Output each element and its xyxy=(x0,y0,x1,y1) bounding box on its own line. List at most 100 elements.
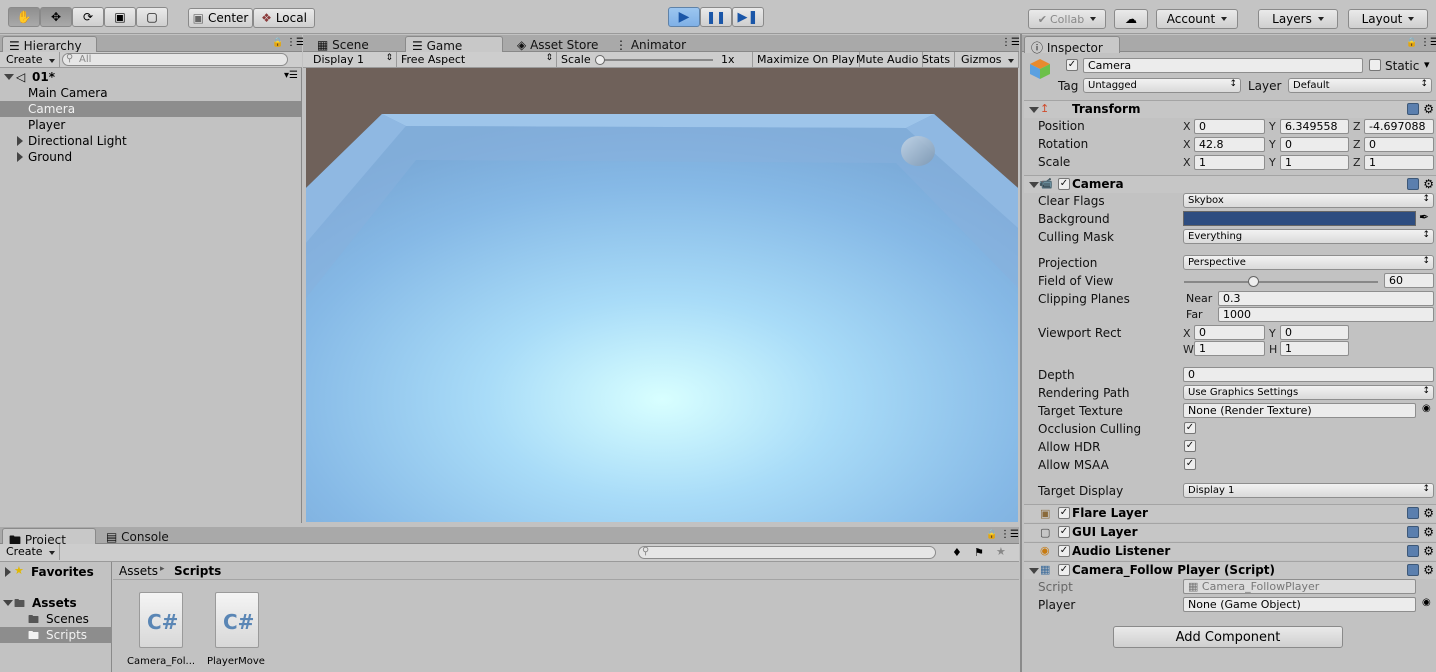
flare-layer-header[interactable]: ▣ ✓ Flare Layer ⚙ xyxy=(1024,504,1436,522)
lock-icon[interactable]: 🔒 xyxy=(272,38,283,48)
hand-tool-button[interactable]: ✋ xyxy=(8,7,40,27)
rect-tool-button[interactable]: ▢ xyxy=(136,7,168,27)
pause-button[interactable]: ❚❚ xyxy=(700,7,732,27)
scale-tool-button[interactable]: ▣ xyxy=(104,7,136,27)
rotation-z-field[interactable]: 0 xyxy=(1364,137,1434,152)
scale-x-field[interactable]: 1 xyxy=(1194,155,1265,170)
project-create-dropdown[interactable]: Create xyxy=(2,544,60,560)
gear-icon[interactable]: ⚙ xyxy=(1423,526,1434,538)
hierarchy-create-dropdown[interactable]: Create xyxy=(2,52,60,68)
scene-header[interactable]: ◁ 01* ▾☰ xyxy=(0,69,302,85)
expand-icon[interactable] xyxy=(17,136,23,146)
collab-dropdown[interactable]: ✔ Collab xyxy=(1028,9,1106,29)
object-picker-icon[interactable]: ◉ xyxy=(1422,597,1431,608)
stats-button[interactable]: Stats xyxy=(918,52,956,68)
viewport-h-field[interactable]: 1 xyxy=(1280,341,1349,356)
tab-hierarchy[interactable]: ☰ Hierarchy xyxy=(2,36,97,53)
background-color-swatch[interactable] xyxy=(1183,211,1416,226)
scale-z-field[interactable]: 1 xyxy=(1364,155,1434,170)
expand-icon[interactable] xyxy=(1029,568,1039,574)
transform-header[interactable]: ↥ Transform ⚙ xyxy=(1024,100,1436,118)
target-texture-field[interactable]: None (Render Texture) xyxy=(1183,403,1416,418)
display-dropdown[interactable]: Display 1 ⇕ xyxy=(309,52,397,68)
object-name-field[interactable]: Camera xyxy=(1083,58,1363,73)
gui-layer-checkbox[interactable]: ✓ xyxy=(1058,526,1070,538)
viewport-x-field[interactable]: 0 xyxy=(1194,325,1265,340)
gui-layer-header[interactable]: ▢ ✓ GUI Layer ⚙ xyxy=(1024,523,1436,541)
gear-icon[interactable]: ⚙ xyxy=(1423,178,1434,190)
panel-menu-icon[interactable]: ⋮☰ xyxy=(1000,529,1019,540)
filter-label-icon[interactable]: ⚑ xyxy=(974,546,984,559)
fov-slider-thumb[interactable] xyxy=(1247,276,1259,287)
gear-icon[interactable]: ⚙ xyxy=(1423,507,1434,519)
audio-listener-header[interactable]: ◉ ✓ Audio Listener ⚙ xyxy=(1024,542,1436,560)
add-component-button[interactable]: Add Component xyxy=(1113,626,1343,648)
hierarchy-item[interactable]: Player xyxy=(0,117,301,133)
move-tool-button[interactable]: ✥ xyxy=(40,7,72,27)
eyedropper-icon[interactable]: ✒ xyxy=(1419,210,1429,224)
tab-inspector[interactable]: ⓘ Inspector xyxy=(1024,36,1120,55)
active-checkbox[interactable]: ✓ xyxy=(1066,59,1078,71)
rotation-x-field[interactable]: 42.8 xyxy=(1194,137,1265,152)
expand-icon[interactable] xyxy=(3,600,13,606)
object-picker-icon[interactable]: ◉ xyxy=(1422,403,1431,414)
help-book-icon[interactable] xyxy=(1407,526,1420,538)
breadcrumb-assets[interactable]: Assets xyxy=(119,564,158,578)
expand-icon[interactable] xyxy=(1029,107,1039,113)
expand-icon[interactable] xyxy=(5,567,11,577)
gear-icon[interactable]: ⚙ xyxy=(1423,103,1434,115)
help-book-icon[interactable] xyxy=(1407,564,1420,576)
help-book-icon[interactable] xyxy=(1407,507,1420,519)
tab-asset-store[interactable]: ◈ Asset Store xyxy=(511,36,607,53)
tab-scene[interactable]: ▦ Scene xyxy=(311,36,399,53)
target-display-dropdown[interactable]: Display 1 xyxy=(1183,483,1434,498)
expand-icon[interactable] xyxy=(1029,182,1039,188)
clear-flags-dropdown[interactable]: Skybox xyxy=(1183,193,1434,208)
layout-dropdown[interactable]: Layout xyxy=(1348,9,1428,29)
scale-slider[interactable]: Scale 1x xyxy=(557,52,753,68)
far-clip-field[interactable]: 1000 xyxy=(1218,307,1434,322)
layers-dropdown[interactable]: Layers xyxy=(1258,9,1338,29)
asset-file-camera-follow[interactable]: C# Camera_Fol... xyxy=(123,590,199,672)
scale-y-field[interactable]: 1 xyxy=(1280,155,1349,170)
expand-icon[interactable] xyxy=(17,152,23,162)
aspect-dropdown[interactable]: Free Aspect ⇕ xyxy=(397,52,557,68)
favorite-star-icon[interactable]: ★ xyxy=(996,545,1006,558)
expand-icon[interactable] xyxy=(4,74,14,80)
chevron-down-icon[interactable]: ▾ xyxy=(1424,58,1430,71)
filter-type-icon[interactable]: ♦ xyxy=(952,546,962,559)
cloud-button[interactable]: ☁ xyxy=(1114,9,1148,29)
hierarchy-item-selected[interactable]: Camera xyxy=(0,101,301,117)
allow-msaa-checkbox[interactable]: ✓ xyxy=(1184,458,1196,470)
panel-menu-icon[interactable]: ⋮☰ xyxy=(1001,37,1020,48)
audio-listener-checkbox[interactable]: ✓ xyxy=(1058,545,1070,557)
hierarchy-item[interactable]: Ground xyxy=(0,149,301,165)
camera-follow-script-header[interactable]: ▦ ✓ Camera_Follow Player (Script) ⚙ xyxy=(1024,561,1436,579)
account-dropdown[interactable]: Account xyxy=(1156,9,1238,29)
pivot-center-button[interactable]: ▣ Center xyxy=(188,8,253,28)
depth-field[interactable]: 0 xyxy=(1183,367,1434,382)
mute-audio-button[interactable]: Mute Audio xyxy=(852,52,924,68)
help-book-icon[interactable] xyxy=(1407,545,1420,557)
rendering-path-dropdown[interactable]: Use Graphics Settings xyxy=(1183,385,1434,400)
gear-icon[interactable]: ⚙ xyxy=(1423,564,1434,576)
help-book-icon[interactable] xyxy=(1407,103,1420,115)
fov-slider-track[interactable] xyxy=(1184,281,1378,283)
viewport-w-field[interactable]: 1 xyxy=(1194,341,1265,356)
help-book-icon[interactable] xyxy=(1407,178,1420,190)
script-enabled-checkbox[interactable]: ✓ xyxy=(1058,564,1070,576)
game-viewport[interactable] xyxy=(306,68,1018,522)
position-x-field[interactable]: 0 xyxy=(1194,119,1265,134)
step-button[interactable]: ▶❚ xyxy=(732,7,764,27)
camera-header[interactable]: 📹 ✓ Camera ⚙ xyxy=(1024,175,1436,193)
maximize-on-play-button[interactable]: Maximize On Play xyxy=(753,52,860,68)
position-z-field[interactable]: -4.697088 xyxy=(1364,119,1434,134)
player-object-field[interactable]: None (Game Object) xyxy=(1183,597,1416,612)
hierarchy-item[interactable]: Main Camera xyxy=(0,85,301,101)
favorites-item[interactable]: ★ Favorites xyxy=(0,564,112,580)
flare-layer-checkbox[interactable]: ✓ xyxy=(1058,507,1070,519)
tab-game[interactable]: ☰ Game xyxy=(405,36,503,53)
gizmos-dropdown[interactable]: Gizmos xyxy=(957,52,1019,68)
panel-menu-icon[interactable]: ⋮☰ xyxy=(1420,37,1436,48)
rotation-y-field[interactable]: 0 xyxy=(1280,137,1349,152)
